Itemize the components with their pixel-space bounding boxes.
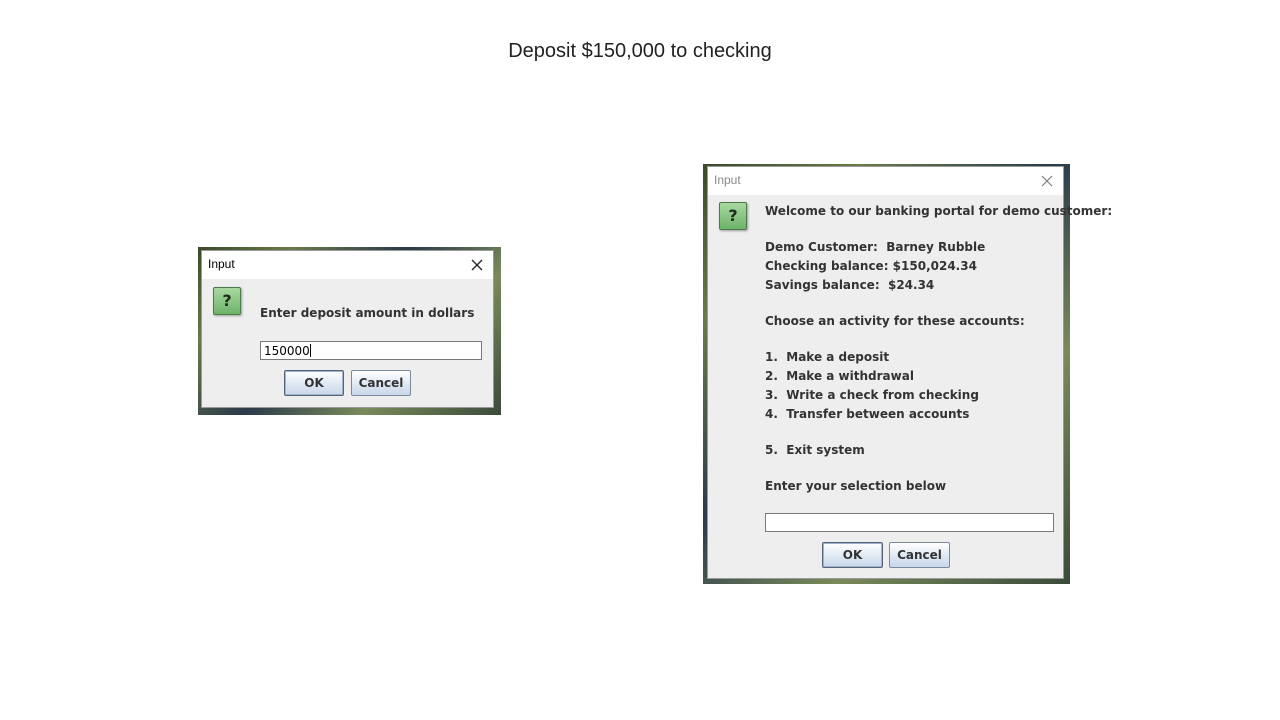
deposit-dialog-title: Input — [208, 257, 235, 271]
close-icon[interactable] — [469, 257, 485, 273]
checking-balance: Checking balance: $150,024.34 — [765, 259, 977, 273]
deposit-dialog-titlebar[interactable]: Input — [202, 251, 493, 279]
menu-dialog-title: Input — [714, 173, 741, 187]
menu-option: 3. Write a check from checking — [765, 388, 979, 402]
choose-activity-label: Choose an activity for these accounts: — [765, 314, 1025, 328]
deposit-prompt: Enter deposit amount in dollars — [260, 306, 475, 320]
deposit-amount-value: 150000 — [264, 344, 310, 358]
cancel-button[interactable]: Cancel — [889, 542, 950, 568]
cancel-button[interactable]: Cancel — [351, 370, 411, 396]
customer-name: Demo Customer: Barney Rubble — [765, 240, 986, 254]
slide-title: Deposit $150,000 to checking — [508, 40, 772, 62]
deposit-amount-input[interactable]: 150000 — [260, 341, 482, 360]
text-caret — [309, 344, 311, 357]
selection-input[interactable] — [765, 513, 1054, 532]
savings-balance: Savings balance: $24.34 — [765, 278, 935, 292]
menu-dialog: Input ? Welcome to our banking portal fo… — [707, 166, 1112, 579]
exit-option: 5. Exit system — [765, 443, 865, 457]
selection-prompt: Enter your selection below — [765, 479, 947, 493]
deposit-dialog: Input ? Enter deposit amount in dollars … — [201, 250, 494, 408]
menu-option: 4. Transfer between accounts — [765, 407, 970, 421]
menu-dialog-titlebar[interactable]: Input — [708, 167, 1063, 195]
menu-option: 1. Make a deposit — [765, 350, 890, 364]
question-icon: ? — [719, 202, 747, 230]
close-icon[interactable] — [1039, 173, 1055, 189]
ok-button[interactable]: OK — [822, 542, 883, 568]
question-icon: ? — [213, 287, 241, 315]
menu-option: 2. Make a withdrawal — [765, 369, 914, 383]
welcome-message: Welcome to our banking portal for demo c… — [765, 204, 1113, 218]
ok-button[interactable]: OK — [284, 370, 344, 396]
